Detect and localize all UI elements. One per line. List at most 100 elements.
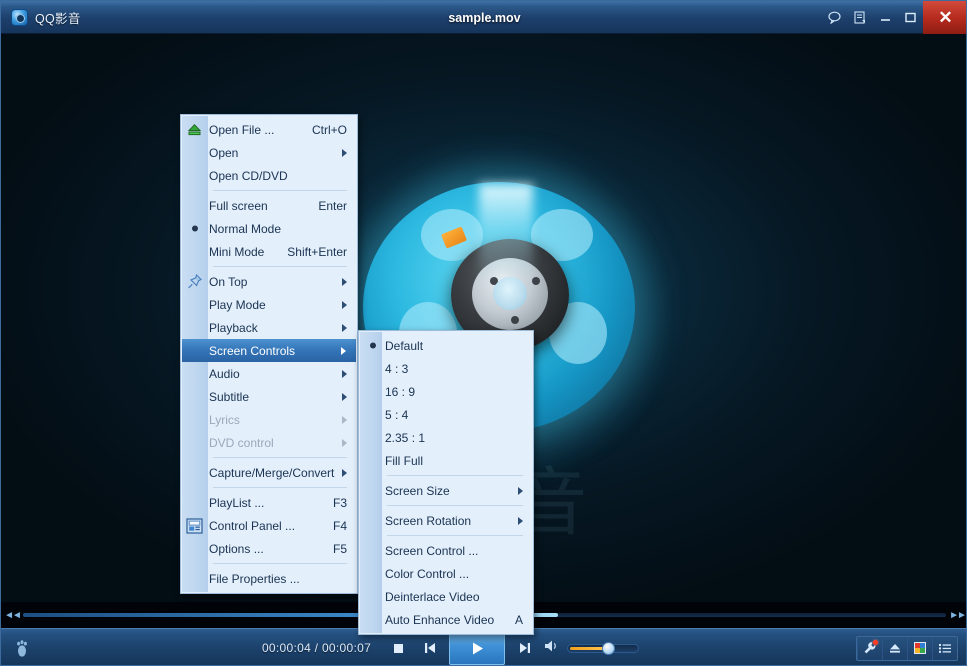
menu-item-options[interactable]: Options ... F5 — [181, 537, 357, 560]
menu-item-control-panel[interactable]: Control Panel ... F4 — [181, 514, 357, 537]
menu-item-audio[interactable]: Audio — [181, 362, 357, 385]
volume-slider[interactable] — [567, 641, 640, 655]
menu-item-open-cd-dvd[interactable]: Open CD/DVD — [181, 164, 357, 187]
menu-separator — [387, 475, 523, 476]
menu-separator — [213, 457, 347, 458]
tools-button[interactable] — [857, 636, 882, 660]
document-title: sample.mov — [448, 10, 521, 25]
submenu-item-default[interactable]: Default — [359, 334, 533, 357]
hub-dot — [511, 316, 519, 324]
menu-item-label: Full screen — [209, 198, 268, 213]
radio-bullet-icon — [363, 336, 382, 355]
menu-item-label: Open CD/DVD — [209, 168, 288, 183]
play-button[interactable] — [449, 631, 506, 665]
menu-item-label: DVD control — [209, 435, 274, 450]
footprint-icon[interactable] — [1, 638, 45, 658]
maximize-button[interactable] — [898, 1, 923, 34]
menu-item-label: Screen Control ... — [385, 543, 479, 558]
notification-badge-icon — [873, 639, 878, 645]
menu-item-label: PlayList ... — [209, 495, 265, 510]
menu-item-label: Screen Rotation — [385, 513, 472, 528]
feedback-button[interactable] — [821, 1, 847, 34]
menu-button[interactable] — [847, 1, 873, 34]
rewind-icon[interactable]: ◄◄ — [1, 610, 23, 621]
menu-item-playlist[interactable]: PlayList ... F3 — [181, 491, 357, 514]
submenu-item-screen-size[interactable]: Screen Size — [359, 479, 533, 502]
menu-item-label: Auto Enhance Video — [385, 612, 495, 627]
title-bar-left: QQ影音 — [1, 8, 251, 27]
app-name: QQ影音 — [35, 11, 81, 26]
menu-item-label: 4 : 3 — [385, 361, 409, 376]
menu-item-play-mode[interactable]: Play Mode — [181, 293, 357, 316]
volume-knob[interactable] — [602, 641, 616, 655]
chevron-right-icon — [342, 277, 347, 286]
menu-item-label: 5 : 4 — [385, 407, 409, 422]
menu-item-label: Color Control ... — [385, 566, 470, 581]
menu-item-label: 16 : 9 — [385, 384, 416, 399]
menu-item-normal-mode[interactable]: Normal Mode — [181, 217, 357, 240]
menu-separator — [213, 266, 347, 267]
radio-bullet-icon — [185, 219, 204, 238]
menu-separator — [213, 190, 347, 191]
menu-item-shortcut: Shift+Enter — [287, 244, 347, 259]
submenu-item-screen-rotation[interactable]: Screen Rotation — [359, 509, 533, 532]
minimize-button[interactable] — [873, 1, 898, 34]
submenu-item-16-9[interactable]: 16 : 9 — [359, 380, 533, 403]
menu-item-label: Default — [385, 338, 424, 353]
menu-item-label: Open — [209, 145, 239, 160]
right-icon-group — [856, 635, 966, 661]
menu-separator — [213, 487, 347, 488]
screen-controls-submenu[interactable]: Default 4 : 3 16 : 9 5 : 4 2.35 : 1 Fill Full… — [358, 330, 534, 635]
menu-item-label: Normal Mode — [209, 221, 282, 236]
context-menu[interactable]: Open File ... Ctrl+O Open Open CD/DVD Full s… — [180, 114, 358, 594]
menu-item-shortcut: F3 — [332, 495, 347, 510]
eject-button[interactable] — [882, 636, 907, 660]
submenu-item-deinterlace-video[interactable]: Deinterlace Video — [359, 585, 533, 608]
submenu-item-fill-full[interactable]: Fill Full — [359, 449, 533, 472]
submenu-item-color-control[interactable]: Color Control ... — [359, 562, 533, 585]
chevron-right-icon — [342, 369, 347, 378]
capture-button[interactable] — [907, 636, 932, 660]
menu-item-label: Playback — [209, 320, 258, 335]
menu-item-label: Screen Controls — [209, 343, 296, 358]
menu-item-file-properties[interactable]: File Properties ... — [181, 567, 357, 590]
chevron-right-icon — [518, 516, 523, 525]
volume-icon[interactable] — [544, 639, 560, 658]
menu-separator — [387, 505, 523, 506]
submenu-item-5-4[interactable]: 5 : 4 — [359, 403, 533, 426]
light-beam — [479, 184, 533, 284]
chevron-right-icon — [518, 486, 523, 495]
menu-item-open-file[interactable]: Open File ... Ctrl+O — [181, 118, 357, 141]
menu-item-on-top[interactable]: On Top — [181, 270, 357, 293]
menu-item-label: Deinterlace Video — [385, 589, 480, 604]
pin-icon — [185, 272, 204, 291]
submenu-item-2-35-1[interactable]: 2.35 : 1 — [359, 426, 533, 449]
menu-item-label: Options ... — [209, 541, 264, 556]
control-panel-icon — [185, 516, 204, 535]
menu-item-open[interactable]: Open — [181, 141, 357, 164]
menu-item-screen-controls[interactable]: Screen Controls — [182, 339, 356, 362]
chevron-right-icon — [341, 346, 346, 355]
fast-forward-icon[interactable]: ►► — [946, 610, 966, 621]
menu-item-label: File Properties ... — [209, 571, 300, 586]
menu-item-playback[interactable]: Playback — [181, 316, 357, 339]
volume-control[interactable] — [540, 639, 640, 658]
menu-separator — [387, 535, 523, 536]
window-controls: ✕ — [821, 1, 966, 34]
submenu-item-auto-enhance-video[interactable]: Auto Enhance Video A — [359, 608, 533, 631]
menu-item-label: Play Mode — [209, 297, 266, 312]
menu-item-subtitle[interactable]: Subtitle — [181, 385, 357, 408]
chevron-right-icon — [342, 415, 347, 424]
menu-item-full-screen[interactable]: Full screen Enter — [181, 194, 357, 217]
menu-item-label: Subtitle — [209, 389, 250, 404]
submenu-item-4-3[interactable]: 4 : 3 — [359, 357, 533, 380]
submenu-item-screen-control[interactable]: Screen Control ... — [359, 539, 533, 562]
menu-item-capture-merge-convert[interactable]: Capture/Merge/Convert — [181, 461, 357, 484]
close-button[interactable]: ✕ — [923, 1, 966, 34]
qq-player-icon — [11, 8, 28, 26]
chevron-right-icon — [342, 468, 348, 477]
playlist-button[interactable] — [932, 636, 957, 660]
menu-item-mini-mode[interactable]: Mini Mode Shift+Enter — [181, 240, 357, 263]
menu-item-label: Screen Size — [385, 483, 450, 498]
menu-item-label: Capture/Merge/Convert — [209, 465, 335, 480]
